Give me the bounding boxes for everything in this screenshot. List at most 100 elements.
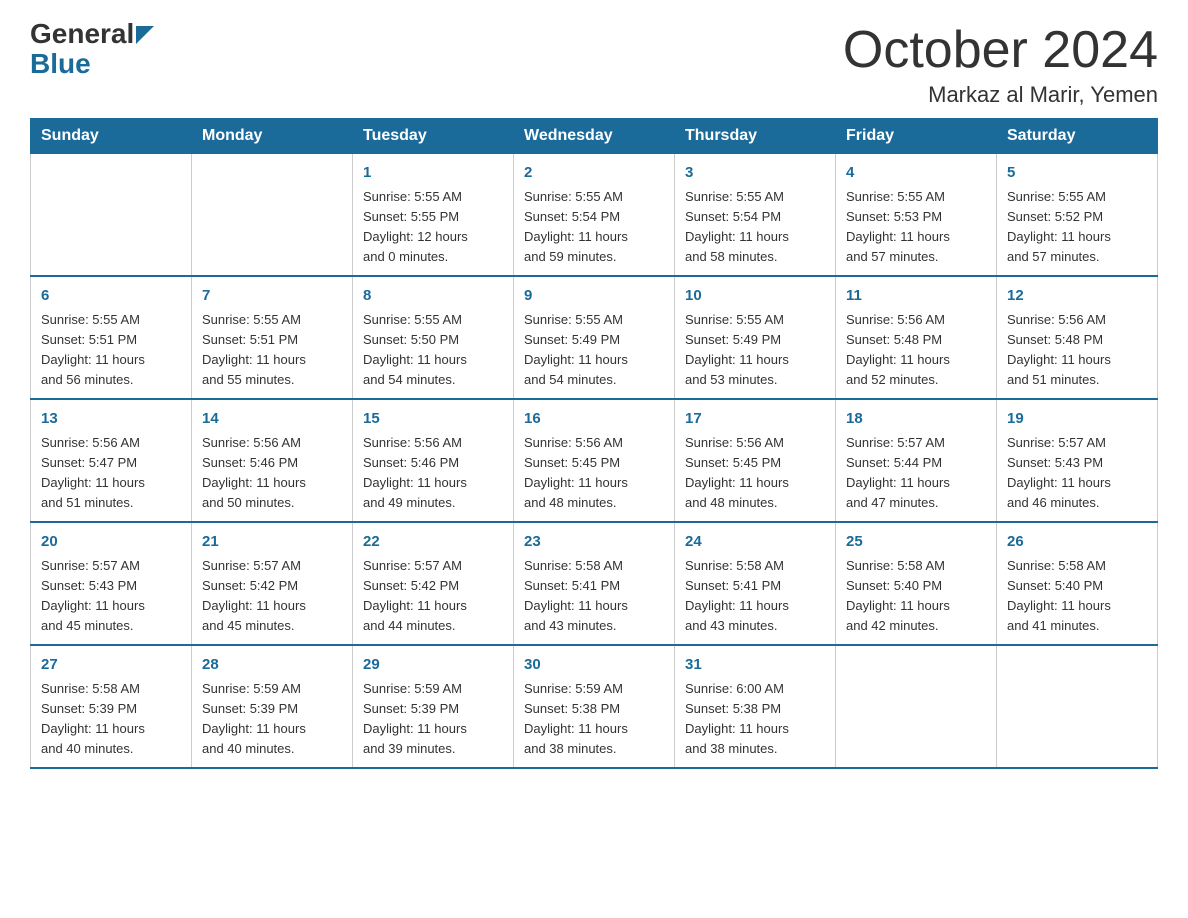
header-tuesday: Tuesday xyxy=(353,119,514,154)
header-thursday: Thursday xyxy=(675,119,836,154)
calendar-cell: 3Sunrise: 5:55 AM Sunset: 5:54 PM Daylig… xyxy=(675,154,836,277)
calendar-cell: 1Sunrise: 5:55 AM Sunset: 5:55 PM Daylig… xyxy=(353,154,514,277)
calendar-cell: 16Sunrise: 5:56 AM Sunset: 5:45 PM Dayli… xyxy=(514,399,675,522)
day-info: Sunrise: 5:55 AM Sunset: 5:51 PM Dayligh… xyxy=(41,310,181,391)
header-saturday: Saturday xyxy=(997,119,1158,154)
calendar-cell xyxy=(31,154,192,277)
day-info: Sunrise: 5:58 AM Sunset: 5:40 PM Dayligh… xyxy=(846,556,986,637)
day-number: 23 xyxy=(524,531,664,554)
calendar-cell: 4Sunrise: 5:55 AM Sunset: 5:53 PM Daylig… xyxy=(836,154,997,277)
calendar-cell: 24Sunrise: 5:58 AM Sunset: 5:41 PM Dayli… xyxy=(675,522,836,645)
day-info: Sunrise: 5:55 AM Sunset: 5:54 PM Dayligh… xyxy=(685,187,825,268)
calendar-cell: 15Sunrise: 5:56 AM Sunset: 5:46 PM Dayli… xyxy=(353,399,514,522)
calendar-cell xyxy=(192,154,353,277)
day-number: 16 xyxy=(524,408,664,431)
calendar-body: 1Sunrise: 5:55 AM Sunset: 5:55 PM Daylig… xyxy=(31,154,1158,769)
header-wednesday: Wednesday xyxy=(514,119,675,154)
day-info: Sunrise: 5:58 AM Sunset: 5:41 PM Dayligh… xyxy=(524,556,664,637)
calendar-week-4: 20Sunrise: 5:57 AM Sunset: 5:43 PM Dayli… xyxy=(31,522,1158,645)
day-info: Sunrise: 5:57 AM Sunset: 5:42 PM Dayligh… xyxy=(363,556,503,637)
day-number: 9 xyxy=(524,285,664,308)
calendar-cell: 21Sunrise: 5:57 AM Sunset: 5:42 PM Dayli… xyxy=(192,522,353,645)
header-sunday: Sunday xyxy=(31,119,192,154)
calendar-cell: 18Sunrise: 5:57 AM Sunset: 5:44 PM Dayli… xyxy=(836,399,997,522)
day-info: Sunrise: 5:56 AM Sunset: 5:46 PM Dayligh… xyxy=(363,433,503,514)
calendar-cell: 19Sunrise: 5:57 AM Sunset: 5:43 PM Dayli… xyxy=(997,399,1158,522)
day-info: Sunrise: 5:58 AM Sunset: 5:40 PM Dayligh… xyxy=(1007,556,1147,637)
day-info: Sunrise: 6:00 AM Sunset: 5:38 PM Dayligh… xyxy=(685,679,825,760)
header-friday: Friday xyxy=(836,119,997,154)
day-number: 5 xyxy=(1007,162,1147,185)
calendar-cell: 10Sunrise: 5:55 AM Sunset: 5:49 PM Dayli… xyxy=(675,276,836,399)
day-number: 11 xyxy=(846,285,986,308)
day-info: Sunrise: 5:57 AM Sunset: 5:43 PM Dayligh… xyxy=(41,556,181,637)
day-number: 27 xyxy=(41,654,181,677)
day-number: 29 xyxy=(363,654,503,677)
day-info: Sunrise: 5:56 AM Sunset: 5:46 PM Dayligh… xyxy=(202,433,342,514)
logo-general-text: General xyxy=(30,20,134,48)
calendar-week-2: 6Sunrise: 5:55 AM Sunset: 5:51 PM Daylig… xyxy=(31,276,1158,399)
day-number: 4 xyxy=(846,162,986,185)
day-info: Sunrise: 5:56 AM Sunset: 5:45 PM Dayligh… xyxy=(524,433,664,514)
day-number: 3 xyxy=(685,162,825,185)
day-info: Sunrise: 5:56 AM Sunset: 5:48 PM Dayligh… xyxy=(846,310,986,391)
calendar-cell: 2Sunrise: 5:55 AM Sunset: 5:54 PM Daylig… xyxy=(514,154,675,277)
calendar-cell: 26Sunrise: 5:58 AM Sunset: 5:40 PM Dayli… xyxy=(997,522,1158,645)
day-number: 1 xyxy=(363,162,503,185)
day-number: 14 xyxy=(202,408,342,431)
day-number: 26 xyxy=(1007,531,1147,554)
calendar-cell: 23Sunrise: 5:58 AM Sunset: 5:41 PM Dayli… xyxy=(514,522,675,645)
day-info: Sunrise: 5:55 AM Sunset: 5:50 PM Dayligh… xyxy=(363,310,503,391)
day-info: Sunrise: 5:55 AM Sunset: 5:52 PM Dayligh… xyxy=(1007,187,1147,268)
title-block: October 2024 Markaz al Marir, Yemen xyxy=(843,20,1158,108)
day-number: 17 xyxy=(685,408,825,431)
logo-blue-text: Blue xyxy=(30,50,91,78)
day-info: Sunrise: 5:57 AM Sunset: 5:44 PM Dayligh… xyxy=(846,433,986,514)
day-info: Sunrise: 5:55 AM Sunset: 5:51 PM Dayligh… xyxy=(202,310,342,391)
day-number: 15 xyxy=(363,408,503,431)
day-number: 2 xyxy=(524,162,664,185)
calendar-cell: 11Sunrise: 5:56 AM Sunset: 5:48 PM Dayli… xyxy=(836,276,997,399)
day-number: 13 xyxy=(41,408,181,431)
day-info: Sunrise: 5:59 AM Sunset: 5:39 PM Dayligh… xyxy=(363,679,503,760)
day-info: Sunrise: 5:55 AM Sunset: 5:55 PM Dayligh… xyxy=(363,187,503,268)
calendar-cell: 22Sunrise: 5:57 AM Sunset: 5:42 PM Dayli… xyxy=(353,522,514,645)
calendar-cell: 13Sunrise: 5:56 AM Sunset: 5:47 PM Dayli… xyxy=(31,399,192,522)
calendar-cell: 5Sunrise: 5:55 AM Sunset: 5:52 PM Daylig… xyxy=(997,154,1158,277)
day-number: 31 xyxy=(685,654,825,677)
calendar-cell: 7Sunrise: 5:55 AM Sunset: 5:51 PM Daylig… xyxy=(192,276,353,399)
day-info: Sunrise: 5:58 AM Sunset: 5:41 PM Dayligh… xyxy=(685,556,825,637)
page-title: October 2024 xyxy=(843,20,1158,80)
calendar-cell: 25Sunrise: 5:58 AM Sunset: 5:40 PM Dayli… xyxy=(836,522,997,645)
calendar-week-1: 1Sunrise: 5:55 AM Sunset: 5:55 PM Daylig… xyxy=(31,154,1158,277)
day-info: Sunrise: 5:59 AM Sunset: 5:38 PM Dayligh… xyxy=(524,679,664,760)
calendar-cell: 29Sunrise: 5:59 AM Sunset: 5:39 PM Dayli… xyxy=(353,645,514,768)
calendar-cell: 31Sunrise: 6:00 AM Sunset: 5:38 PM Dayli… xyxy=(675,645,836,768)
day-number: 18 xyxy=(846,408,986,431)
calendar-cell: 20Sunrise: 5:57 AM Sunset: 5:43 PM Dayli… xyxy=(31,522,192,645)
day-number: 6 xyxy=(41,285,181,308)
day-info: Sunrise: 5:58 AM Sunset: 5:39 PM Dayligh… xyxy=(41,679,181,760)
day-info: Sunrise: 5:55 AM Sunset: 5:54 PM Dayligh… xyxy=(524,187,664,268)
day-info: Sunrise: 5:57 AM Sunset: 5:42 PM Dayligh… xyxy=(202,556,342,637)
calendar-cell: 12Sunrise: 5:56 AM Sunset: 5:48 PM Dayli… xyxy=(997,276,1158,399)
day-number: 30 xyxy=(524,654,664,677)
day-number: 7 xyxy=(202,285,342,308)
day-number: 21 xyxy=(202,531,342,554)
calendar-cell xyxy=(997,645,1158,768)
calendar-cell: 17Sunrise: 5:56 AM Sunset: 5:45 PM Dayli… xyxy=(675,399,836,522)
calendar-week-3: 13Sunrise: 5:56 AM Sunset: 5:47 PM Dayli… xyxy=(31,399,1158,522)
calendar-cell: 27Sunrise: 5:58 AM Sunset: 5:39 PM Dayli… xyxy=(31,645,192,768)
day-info: Sunrise: 5:56 AM Sunset: 5:48 PM Dayligh… xyxy=(1007,310,1147,391)
logo: General Blue xyxy=(30,20,154,78)
day-info: Sunrise: 5:59 AM Sunset: 5:39 PM Dayligh… xyxy=(202,679,342,760)
calendar-cell: 14Sunrise: 5:56 AM Sunset: 5:46 PM Dayli… xyxy=(192,399,353,522)
day-number: 24 xyxy=(685,531,825,554)
calendar-cell: 8Sunrise: 5:55 AM Sunset: 5:50 PM Daylig… xyxy=(353,276,514,399)
day-info: Sunrise: 5:55 AM Sunset: 5:49 PM Dayligh… xyxy=(685,310,825,391)
day-number: 19 xyxy=(1007,408,1147,431)
calendar-table: Sunday Monday Tuesday Wednesday Thursday… xyxy=(30,118,1158,769)
day-info: Sunrise: 5:55 AM Sunset: 5:53 PM Dayligh… xyxy=(846,187,986,268)
day-number: 22 xyxy=(363,531,503,554)
calendar-cell: 30Sunrise: 5:59 AM Sunset: 5:38 PM Dayli… xyxy=(514,645,675,768)
